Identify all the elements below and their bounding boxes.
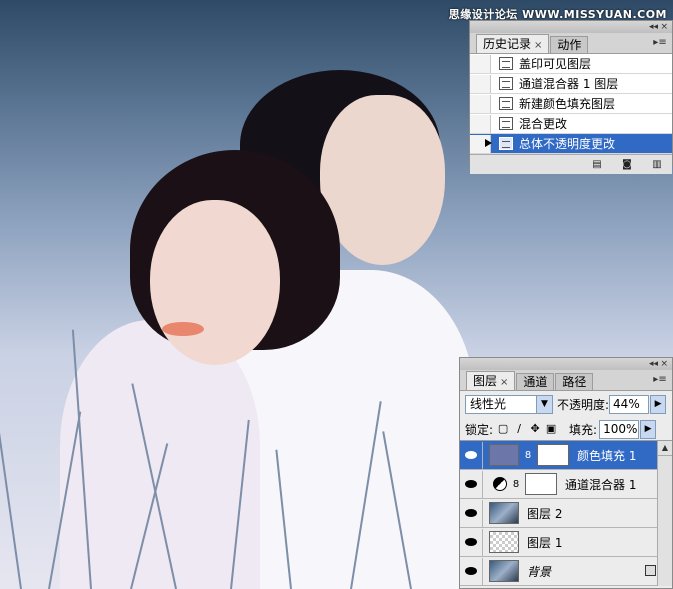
history-tabs: 历史记录 × 动作 ▸≡ [470, 33, 672, 54]
history-item[interactable]: 混合更改 [470, 114, 672, 134]
chevron-down-icon[interactable]: ▼ [536, 396, 552, 413]
tab-close-icon[interactable]: × [534, 40, 542, 51]
history-item-label: 新建颜色填充图层 [519, 97, 616, 111]
close-icon[interactable]: × [660, 21, 668, 33]
tab-history[interactable]: 历史记录 × [476, 34, 550, 53]
layer-name[interactable]: 背景 [527, 563, 551, 580]
history-item-current[interactable]: 总体不透明度更改 [470, 134, 672, 154]
visibility-eye-icon[interactable] [460, 441, 483, 469]
woman-face [150, 200, 280, 365]
panel-menu-icon[interactable]: ▸≡ [652, 36, 668, 49]
layer-color-fill[interactable]: 8 颜色填充 1 [460, 441, 672, 470]
history-state-icon [499, 77, 513, 90]
layer-background[interactable]: 背景 [460, 557, 672, 586]
scroll-up-icon[interactable]: ▲ [658, 441, 672, 456]
blend-mode-select[interactable]: 线性光 ▼ [465, 395, 553, 414]
lock-all-icon[interactable]: ▣ [545, 423, 557, 435]
layer-thumbnail[interactable] [489, 502, 519, 524]
layer-name[interactable]: 通道混合器 1 [565, 476, 636, 493]
fill-slider-icon[interactable]: ▶ [640, 419, 657, 439]
history-panel: ◂◂ × 历史记录 × 动作 ▸≡ 盖印可见图层 通道混合器 1 图层 新建颜色填… [469, 20, 673, 174]
tab-actions[interactable]: 动作 [550, 36, 589, 53]
layer-1[interactable]: 图层 1 [460, 528, 672, 557]
history-item-label: 盖印可见图层 [519, 57, 592, 71]
lock-row: 锁定: ▢ ∕ ✥ ▣ 填充: 100% ▶ [460, 418, 672, 441]
panel-menu-icon[interactable]: ▸≡ [652, 373, 668, 386]
collapse-icon[interactable]: ◂◂ [649, 358, 658, 370]
blend-options-row: 线性光 ▼ 不透明度: 44% ▶ [460, 391, 672, 418]
history-item-label: 混合更改 [519, 117, 568, 131]
adjustment-layer-icon[interactable] [493, 477, 507, 491]
history-state-icon [499, 97, 513, 110]
history-item[interactable]: 盖印可见图层 [470, 54, 672, 74]
tab-close-icon[interactable]: × [500, 377, 508, 388]
history-list: 盖印可见图层 通道混合器 1 图层 新建颜色填充图层 混合更改 总体不透明度更改 [470, 54, 672, 154]
history-footer: ▤ ◙ ▥ [470, 154, 672, 174]
opacity-input[interactable]: 44% [609, 395, 650, 414]
tab-label: 通道 [523, 375, 548, 389]
visibility-eye-icon[interactable] [460, 528, 483, 556]
layer-mask-thumbnail[interactable] [537, 444, 569, 466]
opacity-label: 不透明度: [557, 398, 610, 412]
new-document-from-state-icon[interactable]: ▤ [590, 159, 604, 170]
layer-mask-thumbnail[interactable] [525, 473, 557, 495]
layer-thumbnail[interactable] [489, 444, 519, 466]
snapshot-source-box[interactable] [470, 54, 491, 73]
collapse-icon[interactable]: ◂◂ [649, 21, 658, 33]
woman-lips [162, 322, 204, 336]
blend-mode-value: 线性光 [470, 397, 507, 411]
history-item[interactable]: 通道混合器 1 图层 [470, 74, 672, 94]
snapshot-source-box[interactable] [470, 114, 491, 133]
layer-thumbnail[interactable] [489, 560, 519, 582]
layers-panel: ◂◂ × 图层 × 通道 路径 ▸≡ 线性光 ▼ 不透明度: 44% ▶ 锁定: ▢… [459, 357, 673, 589]
visibility-eye-icon[interactable] [460, 557, 483, 585]
history-state-icon [499, 57, 513, 70]
tab-channels[interactable]: 通道 [516, 373, 555, 390]
tab-paths[interactable]: 路径 [555, 373, 594, 390]
history-item[interactable]: 新建颜色填充图层 [470, 94, 672, 114]
close-icon[interactable]: × [660, 358, 668, 370]
history-state-icon [499, 117, 513, 130]
history-item-label: 通道混合器 1 图层 [519, 77, 619, 91]
layer-thumbnail[interactable] [489, 531, 519, 553]
layer-2[interactable]: 图层 2 [460, 499, 672, 528]
tab-label: 动作 [557, 38, 582, 52]
history-titlebar[interactable]: ◂◂ × [470, 21, 672, 33]
tab-label: 路径 [562, 375, 587, 389]
layer-name[interactable]: 图层 2 [527, 505, 562, 522]
visibility-eye-icon[interactable] [460, 470, 483, 498]
trash-icon[interactable]: ▥ [650, 159, 664, 170]
layer-name[interactable]: 图层 1 [527, 534, 562, 551]
lock-icon [645, 565, 656, 576]
tab-label: 图层 [473, 374, 498, 388]
snapshot-source-box[interactable] [470, 74, 491, 93]
lock-label: 锁定: [465, 422, 494, 437]
layer-channel-mixer[interactable]: 8 通道混合器 1 [460, 470, 672, 499]
layers-list: 8 颜色填充 1 8 通道混合器 1 图层 2 图层 1 背景 ▲ [460, 441, 672, 586]
layers-tabs: 图层 × 通道 路径 ▸≡ [460, 370, 672, 391]
layers-scrollbar[interactable]: ▲ [657, 441, 672, 586]
history-state-slider-icon[interactable] [485, 139, 492, 147]
tab-label: 历史记录 [483, 37, 532, 51]
new-snapshot-icon[interactable]: ◙ [620, 159, 634, 170]
visibility-eye-icon[interactable] [460, 499, 483, 527]
grass-blade [0, 361, 22, 589]
layer-name[interactable]: 颜色填充 1 [577, 447, 636, 464]
history-item-label: 总体不透明度更改 [519, 137, 616, 151]
fill-input[interactable]: 100% [599, 419, 640, 439]
opacity-slider-icon[interactable]: ▶ [650, 395, 667, 414]
link-chain-icon[interactable]: 8 [523, 450, 533, 461]
lock-position-icon[interactable]: ✥ [529, 423, 541, 435]
fill-label: 填充: [569, 422, 598, 437]
snapshot-source-box[interactable] [470, 94, 491, 113]
tab-layers[interactable]: 图层 × [466, 371, 516, 390]
layers-titlebar[interactable]: ◂◂ × [460, 358, 672, 370]
history-state-icon [499, 137, 513, 150]
lock-image-icon[interactable]: ∕ [513, 423, 525, 435]
link-chain-icon[interactable]: 8 [511, 479, 521, 490]
lock-transparency-icon[interactable]: ▢ [497, 423, 509, 435]
